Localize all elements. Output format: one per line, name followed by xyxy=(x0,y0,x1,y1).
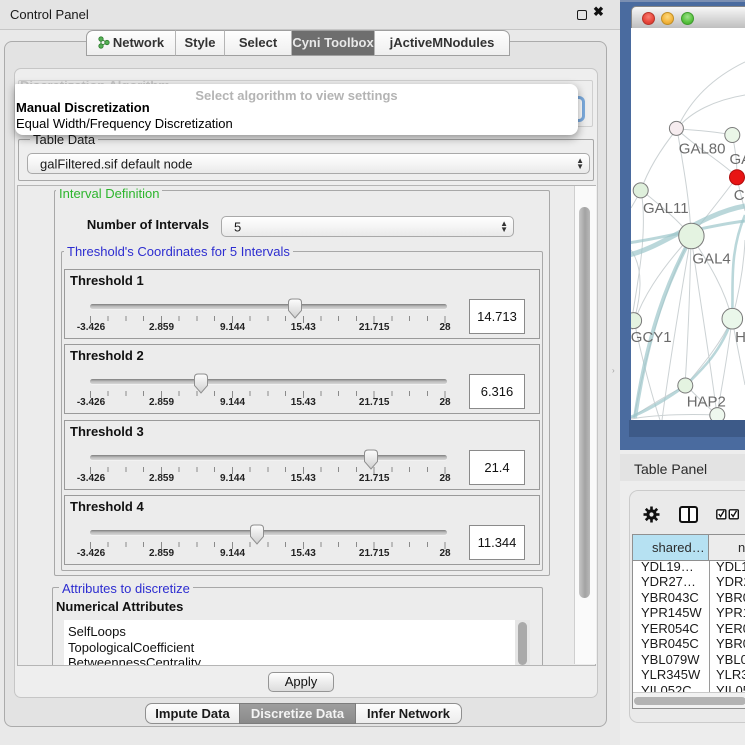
svg-text:HAP2: HAP2 xyxy=(687,394,726,411)
svg-text:H: H xyxy=(735,329,745,346)
svg-text:GAL4: GAL4 xyxy=(692,250,730,267)
svg-text:GCY1: GCY1 xyxy=(631,329,672,346)
svg-text:GA: GA xyxy=(730,151,745,168)
svg-text:GAL11: GAL11 xyxy=(643,200,689,217)
svg-text:C: C xyxy=(734,187,745,204)
svg-text:GAL80: GAL80 xyxy=(679,141,726,158)
